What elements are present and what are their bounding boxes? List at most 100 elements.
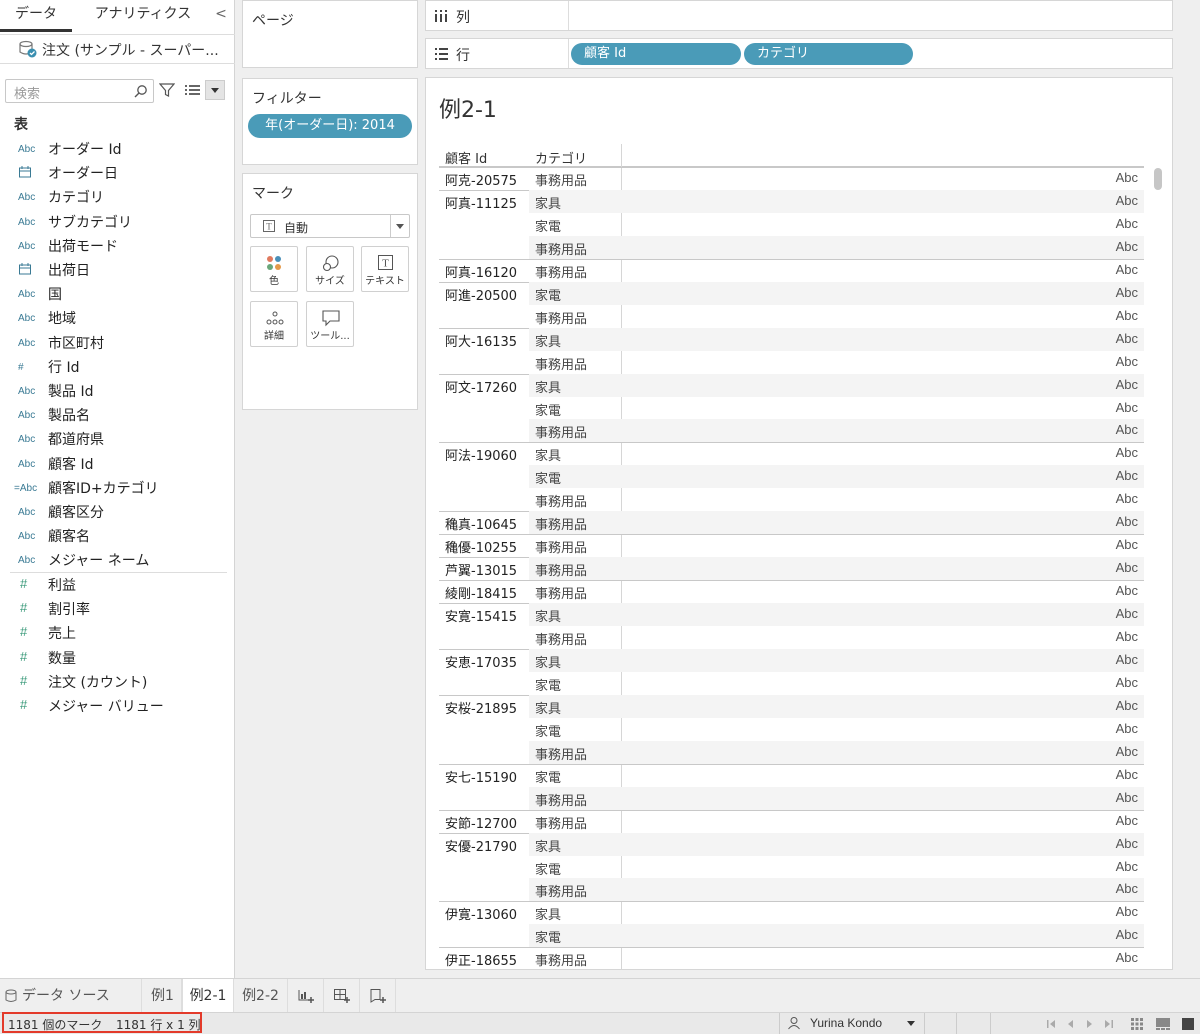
text-mark[interactable]: Abc <box>1116 904 1138 919</box>
table-row[interactable]: 阿真-16120 事務用品 Abc <box>439 259 1144 282</box>
dimension-field[interactable]: Abc 都道府県 <box>0 427 235 451</box>
category-cell[interactable]: 事務用品 <box>535 790 587 809</box>
new-story-button[interactable] <box>360 979 396 1013</box>
category-cell[interactable]: 家電 <box>535 721 561 740</box>
table-row[interactable]: 阿進-20500 家電 Abc <box>439 281 1144 305</box>
text-mark[interactable]: Abc <box>1116 950 1138 965</box>
collapse-pane-icon[interactable]: < <box>212 0 230 32</box>
dimension-field[interactable]: Abc 国 <box>0 282 235 306</box>
table-row[interactable]: 事務用品 Abc <box>439 878 1144 902</box>
detail-button[interactable]: 詳細 <box>250 301 298 347</box>
text-mark[interactable]: Abc <box>1116 606 1138 621</box>
mark-type-dropdown[interactable]: T 自動 <box>250 214 410 238</box>
dimension-field[interactable]: オーダー日 <box>0 161 235 185</box>
table-row[interactable]: 安桜-21895 家具 Abc <box>439 694 1144 718</box>
table-row[interactable]: 阿克-20575 事務用品 Abc <box>439 167 1144 190</box>
text-mark[interactable]: Abc <box>1116 468 1138 483</box>
table-row[interactable]: 阿大-16135 家具 Abc <box>439 327 1144 351</box>
customer-id-cell[interactable]: 安優-21790 <box>445 836 517 855</box>
dimension-field[interactable]: Abc カテゴリ <box>0 185 235 209</box>
dimension-field[interactable]: Abc メジャー ネーム <box>0 548 235 572</box>
text-mark[interactable]: Abc <box>1116 445 1138 460</box>
table-row[interactable]: 事務用品 Abc <box>439 488 1144 511</box>
dimension-field[interactable]: =Abc 顧客ID+カテゴリ <box>0 476 235 500</box>
text-mark[interactable]: Abc <box>1116 285 1138 300</box>
customer-id-cell[interactable]: 阿進-20500 <box>445 285 517 304</box>
text-mark[interactable]: Abc <box>1116 537 1138 552</box>
color-button[interactable]: 色 <box>250 246 298 292</box>
category-cell[interactable]: 家具 <box>535 698 561 717</box>
dimension-field[interactable]: Abc 市区町村 <box>0 331 235 355</box>
tab-view-icon[interactable] <box>1181 1017 1195 1031</box>
dimension-field[interactable]: Abc 地域 <box>0 306 235 330</box>
filter-icon[interactable] <box>159 82 175 98</box>
measure-field[interactable]: # 注文 (カウント) <box>0 670 235 694</box>
text-mark[interactable]: Abc <box>1116 170 1138 185</box>
category-cell[interactable]: 事務用品 <box>535 881 587 900</box>
dimension-field[interactable]: 出荷日 <box>0 258 235 282</box>
customer-id-cell[interactable]: 安恵-17035 <box>445 652 517 671</box>
category-cell[interactable]: 家電 <box>535 859 561 878</box>
dimension-field[interactable]: Abc 製品 Id <box>0 379 235 403</box>
category-cell[interactable]: 事務用品 <box>535 537 587 556</box>
filter-pill-year[interactable]: 年(オーダー日): 2014 <box>248 114 412 138</box>
text-mark[interactable]: Abc <box>1116 652 1138 667</box>
table-row[interactable]: 家電 Abc <box>439 213 1144 236</box>
text-mark[interactable]: Abc <box>1116 262 1138 277</box>
customer-id-cell[interactable]: 穐真-10645 <box>445 514 517 533</box>
category-cell[interactable]: 事務用品 <box>535 239 587 258</box>
user-menu[interactable]: Yurina Kondo <box>779 1013 925 1034</box>
customer-id-cell[interactable]: 安寛-15415 <box>445 606 517 625</box>
dimension-field[interactable]: Abc オーダー Id <box>0 137 235 161</box>
view-options-dropdown[interactable] <box>205 80 225 100</box>
customer-id-cell[interactable]: 阿大-16135 <box>445 331 517 350</box>
table-row[interactable]: 安節-12700 事務用品 Abc <box>439 810 1144 833</box>
table-row[interactable]: 家電 Abc <box>439 397 1144 420</box>
category-cell[interactable]: 家電 <box>535 767 561 786</box>
tab-sheet-1[interactable]: 例1 <box>144 979 182 1013</box>
dimension-field[interactable]: # 行 Id <box>0 355 235 379</box>
table-row[interactable]: 家電 Abc <box>439 672 1144 695</box>
category-cell[interactable]: 事務用品 <box>535 629 587 648</box>
measure-field[interactable]: # 数量 <box>0 646 235 670</box>
text-mark[interactable]: Abc <box>1116 698 1138 713</box>
tab-data[interactable]: データ <box>0 0 72 32</box>
table-row[interactable]: 事務用品 Abc <box>439 235 1144 259</box>
text-mark[interactable]: Abc <box>1116 216 1138 231</box>
table-row[interactable]: 家電 Abc <box>439 856 1144 879</box>
table-row[interactable]: 家電 Abc <box>439 465 1144 489</box>
text-mark[interactable]: Abc <box>1116 560 1138 575</box>
category-cell[interactable]: 家具 <box>535 377 561 396</box>
table-row[interactable]: 家電 Abc <box>439 924 1144 948</box>
customer-id-cell[interactable]: 綾剛-18415 <box>445 583 517 602</box>
pages-card[interactable]: ページ <box>242 0 418 68</box>
category-cell[interactable]: 事務用品 <box>535 744 587 763</box>
text-mark[interactable]: Abc <box>1116 308 1138 323</box>
category-cell[interactable]: 家具 <box>535 193 561 212</box>
text-mark[interactable]: Abc <box>1116 491 1138 506</box>
category-cell[interactable]: 事務用品 <box>535 813 587 832</box>
text-mark[interactable]: Abc <box>1116 331 1138 346</box>
category-cell[interactable]: 家具 <box>535 904 561 923</box>
table-row[interactable]: 事務用品 Abc <box>439 786 1144 810</box>
table-row[interactable]: 綾剛-18415 事務用品 Abc <box>439 580 1144 603</box>
text-mark[interactable]: Abc <box>1116 377 1138 392</box>
table-row[interactable]: 事務用品 Abc <box>439 626 1144 649</box>
view-canvas[interactable]: 例2-1 顧客 Id カテゴリ 阿克-20575 事務用品 Abc 阿真-11125 家… <box>425 77 1173 970</box>
category-cell[interactable]: 事務用品 <box>535 583 587 602</box>
table-row[interactable]: 安七-15190 家電 Abc <box>439 764 1144 787</box>
text-mark[interactable]: Abc <box>1116 514 1138 529</box>
category-cell[interactable]: 家具 <box>535 445 561 464</box>
text-mark[interactable]: Abc <box>1116 629 1138 644</box>
category-cell[interactable]: 事務用品 <box>535 514 587 533</box>
tab-sheet-2-2[interactable]: 例2-2 <box>234 979 288 1013</box>
category-cell[interactable]: 事務用品 <box>535 560 587 579</box>
customer-id-cell[interactable]: 伊寛-13060 <box>445 904 517 923</box>
customer-id-cell[interactable]: 安桜-21895 <box>445 698 517 717</box>
vertical-scrollbar[interactable] <box>1151 166 1163 956</box>
table-row[interactable]: 安優-21790 家具 Abc <box>439 832 1144 856</box>
text-mark[interactable]: Abc <box>1116 721 1138 736</box>
customer-id-cell[interactable]: 安節-12700 <box>445 813 517 832</box>
table-row[interactable]: 伊正-18655 事務用品 Abc <box>439 947 1144 969</box>
dimension-field[interactable]: Abc サブカテゴリ <box>0 210 235 234</box>
